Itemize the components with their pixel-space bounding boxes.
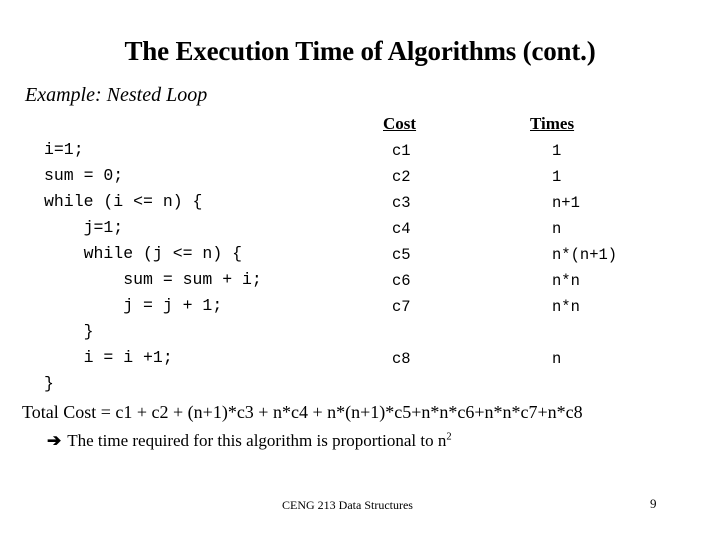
cost-value: c5 [392,246,411,264]
table-row: j = j + 1; c7 n*n [0,295,720,321]
times-value: n+1 [552,194,580,212]
table-row: j=1; c4 n [0,217,720,243]
table-row: } [0,321,720,347]
column-header-cost: Cost [383,114,417,133]
footer-page-number: 9 [650,496,657,511]
table-row: sum = sum + i; c6 n*n [0,269,720,295]
code-line: } [44,322,94,341]
table-row: i=1; c1 1 [0,139,720,165]
table-row: sum = 0; c2 1 [0,165,720,191]
cost-value: c7 [392,298,411,316]
arrow-right-icon: ➔ [47,431,62,450]
footer-course-label: CENG 213 Data Structures [282,498,413,512]
cost-value: c2 [392,168,411,186]
cost-value: c1 [392,142,411,160]
example-subtitle: Example: Nested Loop [25,84,208,106]
slide-canvas: The Execution Time of Algorithms (cont.)… [0,0,720,540]
cost-analysis-table: i=1; c1 1 sum = 0; c2 1 while (i <= n) {c3 n+1 … [0,139,720,399]
cost-value: c6 [392,272,411,290]
times-value: 1 [552,142,562,160]
code-line: } [44,374,54,393]
code-line: i=1; [44,140,84,159]
code-line: i = i +1; [44,348,173,367]
times-value: n*n [552,298,580,316]
cost-value: c3 [392,194,411,212]
cost-value: c8 [392,350,411,368]
conclusion-exponent: 2 [446,431,452,443]
times-value: n*(n+1) [552,246,618,264]
column-header-times: Times [530,114,575,133]
conclusion-text: The time required for this algorithm is … [67,431,447,450]
table-row: } [0,373,720,399]
table-row: while (i <= n) { c3 n+1 [0,191,720,217]
code-line: sum = 0; [44,166,124,185]
times-value: n*n [552,272,580,290]
table-row: while (j <= n) { c5 n*(n+1) [0,243,720,269]
times-value: n [552,220,562,238]
code-line: sum = sum + i; [44,270,262,289]
table-row: i = i +1; c8 n [0,347,720,373]
code-line: j=1; [44,218,124,237]
times-value: 1 [552,168,562,186]
times-value: n [552,350,562,368]
code-line: while (i <= n) { [44,192,203,211]
cost-value: c4 [392,220,411,238]
conclusion-line: ➔ The time required for this algorithm is… [47,430,452,451]
code-line: while (j <= n) { [44,244,243,263]
total-cost-line: Total Cost = c1 + c2 + (n+1)*c3 + n*c4 +… [22,402,583,422]
page-title: The Execution Time of Algorithms (cont.) [124,36,596,66]
code-line: j = j + 1; [44,296,223,315]
